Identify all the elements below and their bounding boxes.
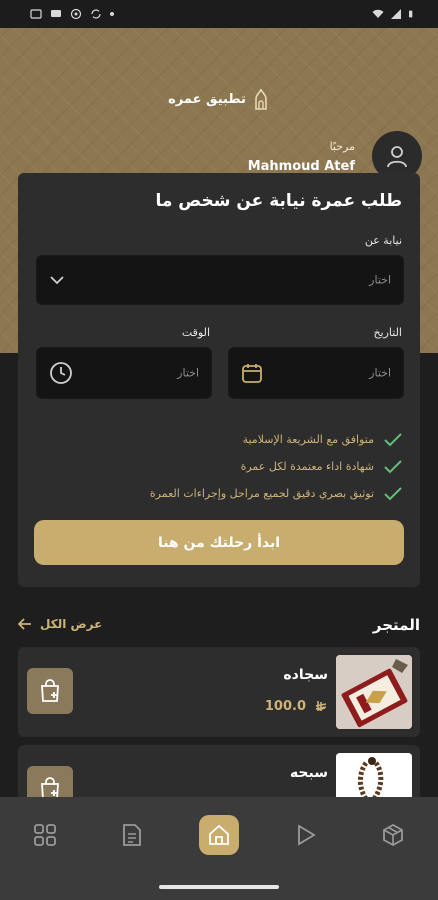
nav-home[interactable]	[199, 815, 239, 855]
mosque-icon	[255, 88, 267, 110]
nav-videos[interactable]	[286, 815, 326, 855]
time-label: الوقت	[181, 326, 210, 339]
clock-icon	[49, 361, 73, 385]
prayer-rug-image	[336, 655, 412, 729]
card-title: طلب عمرة نيابة عن شخص ما	[155, 191, 402, 211]
on-behalf-placeholder: اختار	[369, 273, 391, 287]
add-to-cart-button[interactable]	[27, 668, 73, 714]
feature-item: توثيق بصري دقيق لجميع مراحل وإجراءات الع…	[150, 480, 402, 507]
nav-store[interactable]	[373, 815, 413, 855]
grid-icon	[34, 824, 56, 846]
time-picker[interactable]: اختار	[36, 347, 212, 399]
nav-categories[interactable]	[25, 815, 65, 855]
cart-add-icon	[41, 679, 59, 702]
calendar-icon	[241, 362, 263, 384]
time-placeholder: اختار	[177, 366, 199, 380]
status-bar	[0, 0, 438, 28]
on-behalf-label: نيابة عن	[364, 234, 402, 247]
check-icon	[384, 459, 402, 473]
umrah-request-card: طلب عمرة نيابة عن شخص ما نيابة عن اختار …	[18, 173, 420, 587]
date-placeholder: اختار	[369, 366, 391, 380]
status-right-icons	[372, 8, 416, 20]
sim-icon	[30, 9, 42, 19]
signal-icon	[391, 9, 401, 19]
feature-list: متوافق مع الشريعة الإسلامية شهادة اداء م…	[150, 426, 402, 507]
feature-text: توثيق بصري دقيق لجميع مراحل وإجراءات الع…	[149, 487, 374, 500]
document-icon	[123, 824, 141, 846]
status-left-icons	[30, 8, 114, 20]
sync-icon	[91, 9, 101, 19]
app-name: تطبيق عمره	[168, 91, 246, 107]
start-journey-button[interactable]: ابدأ رحلتك من هنا	[34, 520, 404, 565]
check-icon	[384, 486, 402, 500]
message-icon	[51, 10, 61, 17]
product-name: سجاده	[283, 667, 328, 683]
user-icon	[387, 146, 407, 168]
product-card[interactable]: سجاده 100.0	[18, 647, 420, 737]
store-header: المتجر عرض الكل	[18, 614, 420, 638]
dot-icon	[110, 12, 114, 16]
on-behalf-select[interactable]: اختار	[36, 255, 404, 305]
riyal-icon	[315, 700, 327, 711]
home-icon	[209, 824, 229, 845]
battery-icon	[409, 10, 413, 18]
check-icon	[384, 432, 402, 446]
feature-text: متوافق مع الشريعة الإسلامية	[242, 433, 374, 446]
feature-item: متوافق مع الشريعة الإسلامية	[150, 426, 402, 453]
arrow-left-icon	[18, 618, 31, 630]
greeting-label: مرحبًا	[329, 140, 355, 153]
box-icon	[383, 823, 403, 847]
nav-orders[interactable]	[112, 815, 152, 855]
vpn-icon	[70, 8, 82, 20]
view-all-label: عرض الكل	[40, 617, 103, 631]
store-title: المتجر	[372, 616, 420, 634]
view-all-link[interactable]: عرض الكل	[18, 617, 102, 631]
wifi-icon	[372, 9, 384, 18]
greeting: مرحبًا Mahmoud Atef	[248, 140, 355, 174]
price-value: 100.0	[264, 699, 306, 714]
home-indicator[interactable]	[159, 885, 279, 889]
app-logo: تطبيق عمره	[0, 88, 438, 110]
product-name: سبحه	[289, 765, 328, 781]
date-label: التاريخ	[373, 326, 402, 339]
feature-item: شهادة اداء معتمدة لكل عمرة	[150, 453, 402, 480]
product-price: 100.0	[265, 699, 328, 714]
date-picker[interactable]: اختار	[228, 347, 404, 399]
feature-text: شهادة اداء معتمدة لكل عمرة	[240, 460, 374, 473]
chevron-down-icon	[49, 275, 65, 285]
user-name: Mahmoud Atef	[247, 159, 355, 174]
play-icon	[298, 824, 316, 846]
